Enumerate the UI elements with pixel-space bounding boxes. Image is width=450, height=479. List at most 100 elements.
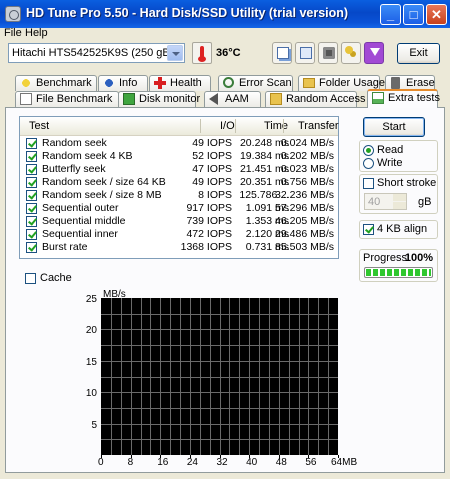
- minimize-button[interactable]: _: [380, 4, 401, 25]
- test-io: 472 IOPS: [186, 228, 232, 240]
- progress-bar: [364, 267, 433, 278]
- y-tick-label: 5: [91, 419, 97, 431]
- monitor-icon: [123, 93, 135, 105]
- table-row[interactable]: Random seek / size 64 KB 49 IOPS 20.351 ms…: [20, 176, 338, 189]
- grid-line: [101, 329, 338, 330]
- row-checkbox[interactable]: [26, 190, 37, 201]
- row-checkbox[interactable]: [26, 151, 37, 162]
- row-checkbox[interactable]: [26, 242, 37, 253]
- trash-icon: [391, 77, 400, 89]
- progress-bar-fill: [366, 269, 431, 276]
- test-name: Random seek / size 64 KB: [42, 176, 166, 188]
- align-4kb-checkbox[interactable]: [363, 224, 374, 235]
- row-checkbox[interactable]: [26, 229, 37, 240]
- test-transfer: 0.024 MB/s: [280, 137, 334, 149]
- thermometer-icon: [192, 42, 212, 64]
- test-name: Sequential inner: [42, 228, 118, 240]
- folder-icon: [303, 78, 315, 88]
- spinner-up-icon[interactable]: [393, 194, 406, 201]
- x-tick-label: 32: [216, 457, 228, 468]
- exit-button[interactable]: Exit: [397, 43, 440, 64]
- table-row[interactable]: Burst rate 1368 IOPS 0.731 ms 85.503 MB/s: [20, 241, 338, 254]
- x-tick-label: 64MB: [331, 457, 358, 468]
- write-radio[interactable]: [363, 158, 374, 169]
- spinner-down-icon[interactable]: [393, 202, 406, 209]
- col-test[interactable]: Test: [29, 120, 49, 132]
- grid-line: [101, 392, 338, 393]
- menu-bar: File Help: [0, 27, 450, 40]
- options-button[interactable]: [341, 42, 361, 64]
- y-tick-label: 25: [85, 294, 97, 305]
- table-header: Test I/O Time Transfer: [20, 117, 339, 136]
- short-stroke-checkbox[interactable]: [363, 178, 374, 189]
- chevron-down-icon[interactable]: [167, 45, 183, 61]
- x-tick-mark: [338, 455, 339, 458]
- test-io: 52 IOPS: [192, 150, 232, 162]
- tab-disk-monitor[interactable]: Disk monitor: [118, 91, 200, 107]
- col-io[interactable]: I/O: [220, 120, 235, 132]
- col-time[interactable]: Time: [264, 120, 288, 132]
- menu-help[interactable]: Help: [25, 27, 48, 39]
- close-button[interactable]: ✕: [426, 4, 447, 25]
- grid-line: [101, 439, 338, 440]
- y-axis-unit: MB/s: [103, 289, 126, 300]
- tab-file-benchmark[interactable]: File Benchmark: [15, 91, 119, 107]
- copy-info-icon: [277, 47, 289, 59]
- copy-screen-button[interactable]: [295, 42, 315, 64]
- tab-extra-tests[interactable]: Extra tests: [367, 89, 440, 108]
- read-label: Read: [377, 144, 404, 156]
- table-row[interactable]: Sequential middle 739 IOPS 1.353 ms 46.205 …: [20, 215, 338, 228]
- temperature-readout: 36°C: [216, 47, 241, 59]
- maximize-button[interactable]: □: [403, 4, 424, 25]
- short-stroke-label: Short stroke: [377, 177, 437, 189]
- test-transfer: 32.236 MB/s: [275, 189, 334, 201]
- short-stroke-group: Short stroke 40 gB: [359, 174, 438, 214]
- test-transfer: 0.023 MB/s: [280, 163, 334, 175]
- table-row[interactable]: Random seek / size 8 MB 8 IOPS 125.786 ...…: [20, 189, 338, 202]
- table-row[interactable]: Random seek 49 IOPS 20.248 ms 0.024 MB/s: [20, 137, 338, 150]
- row-checkbox[interactable]: [26, 138, 37, 149]
- tab-info[interactable]: Info: [98, 75, 148, 91]
- table-row[interactable]: Sequential outer 917 IOPS 1.091 ms 57.296 M…: [20, 202, 338, 215]
- copy-screen-icon: [300, 47, 312, 59]
- progress-label: Progress:: [363, 252, 411, 264]
- info-icon: [103, 77, 115, 89]
- drive-select[interactable]: Hitachi HTS542525K9S (250 gB): [8, 43, 185, 63]
- extra-tests-icon: [372, 92, 384, 104]
- align-4kb-label: 4 KB align: [377, 223, 428, 235]
- tab-error-scan[interactable]: Error Scan: [218, 75, 293, 91]
- screenshot-button[interactable]: [318, 42, 338, 64]
- menu-file[interactable]: File: [4, 27, 22, 39]
- cache-label: Cache: [40, 272, 72, 284]
- row-checkbox[interactable]: [26, 177, 37, 188]
- test-transfer: 85.503 MB/s: [275, 241, 334, 253]
- x-tick-mark: [160, 455, 161, 458]
- cache-checkbox[interactable]: [25, 273, 36, 284]
- read-radio[interactable]: [363, 145, 374, 156]
- title-bar[interactable]: HD Tune Pro 5.50 - Hard Disk/SSD Utility…: [0, 0, 450, 28]
- tab-aam[interactable]: AAM: [204, 91, 261, 107]
- grid-line: [101, 377, 338, 378]
- row-checkbox[interactable]: [26, 216, 37, 227]
- download-arrow-icon: [370, 48, 380, 56]
- table-row[interactable]: Random seek 4 KB 52 IOPS 19.384 ms 0.202 MB…: [20, 150, 338, 163]
- col-transfer[interactable]: Transfer: [298, 120, 339, 132]
- short-stroke-size-spinner[interactable]: 40: [364, 193, 407, 210]
- tab-benchmark[interactable]: Benchmark: [15, 75, 97, 91]
- x-tick-label: 16: [157, 457, 169, 468]
- x-tick-mark: [308, 455, 309, 458]
- copy-info-button[interactable]: [272, 42, 292, 64]
- table-row[interactable]: Butterfly seek 47 IOPS 21.451 ms 0.023 MB/s: [20, 163, 338, 176]
- test-io: 47 IOPS: [192, 163, 232, 175]
- row-checkbox[interactable]: [26, 203, 37, 214]
- table-row[interactable]: Sequential inner 472 IOPS 2.120 ms 29.486 M…: [20, 228, 338, 241]
- start-button[interactable]: Start: [363, 117, 425, 137]
- test-io: 1368 IOPS: [180, 241, 232, 253]
- row-checkbox[interactable]: [26, 164, 37, 175]
- x-tick-label: 8: [127, 457, 134, 468]
- test-name: Random seek: [42, 137, 107, 149]
- results-table[interactable]: Test I/O Time Transfer Random seek 49 IOP…: [19, 116, 339, 259]
- tab-health[interactable]: Health: [149, 75, 211, 91]
- save-button[interactable]: [364, 42, 384, 64]
- tab-random-access[interactable]: Random Access: [265, 91, 365, 107]
